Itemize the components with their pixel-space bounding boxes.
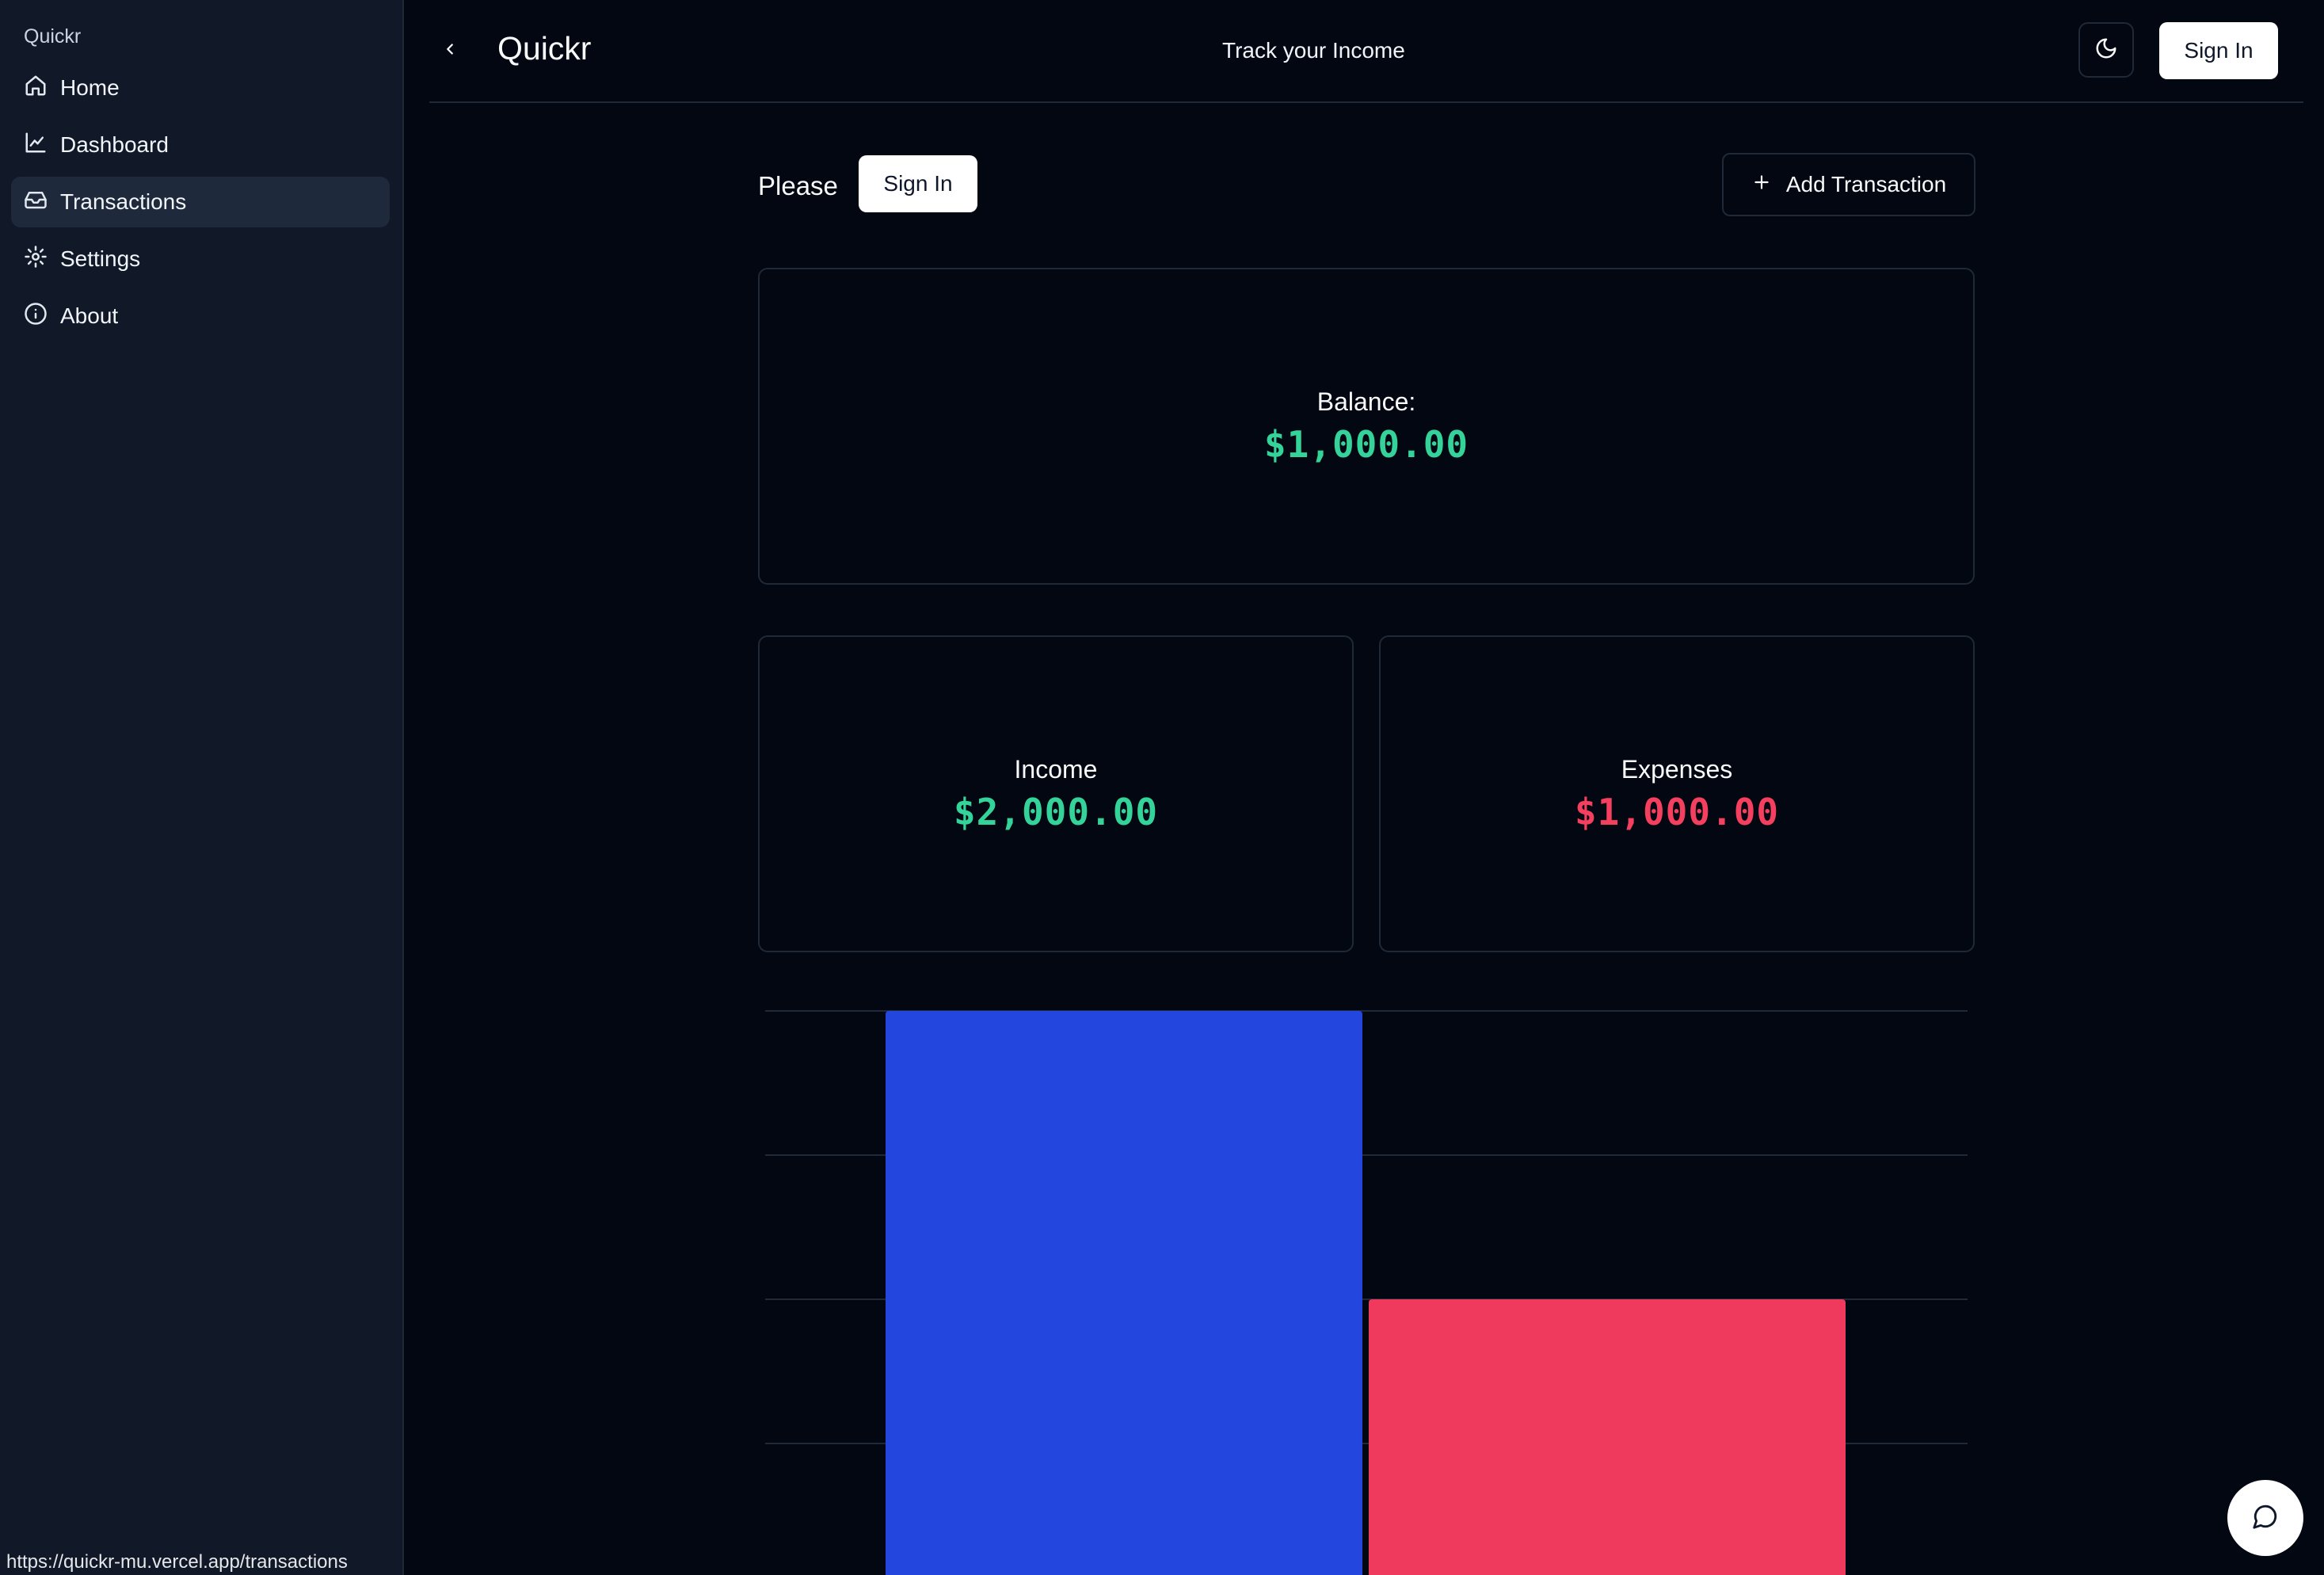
header-divider	[429, 101, 2303, 103]
sidebar-item-dashboard[interactable]: Dashboard	[11, 120, 390, 170]
sidebar-item-label: Dashboard	[60, 132, 169, 157]
please-text: Please	[758, 171, 838, 200]
sidebar-item-label: Transactions	[60, 189, 187, 214]
income-expense-chart	[765, 1010, 1968, 1575]
info-icon	[24, 302, 48, 331]
expenses-label: Expenses	[1621, 754, 1733, 784]
balance-value: $1,000.00	[1263, 422, 1469, 466]
sidebar-item-home[interactable]: Home	[11, 63, 390, 113]
balance-label: Balance:	[1316, 387, 1416, 416]
balance-card: Balance: $1,000.00	[758, 268, 1975, 585]
chart-bar-expenses[interactable]	[1369, 1299, 1846, 1575]
add-transaction-button[interactable]: Add Transaction	[1722, 153, 1975, 216]
sidebar: Quickr Home Dashboard Transactions Setti…	[0, 0, 404, 1575]
sidebar-item-about[interactable]: About	[11, 291, 390, 341]
header-sign-in-button[interactable]: Sign In	[2159, 22, 2278, 79]
income-card: Income $2,000.00	[758, 635, 1354, 952]
inbox-icon	[24, 188, 48, 217]
add-transaction-label: Add Transaction	[1785, 172, 1947, 196]
sidebar-item-label: Settings	[60, 246, 141, 271]
back-button[interactable]	[437, 35, 463, 67]
income-value: $2,000.00	[953, 790, 1159, 833]
income-label: Income	[1014, 754, 1098, 784]
status-bar-url: https://quickr-mu.vercel.app/transaction…	[0, 1548, 359, 1575]
gear-icon	[24, 245, 48, 274]
chat-button[interactable]	[2227, 1480, 2303, 1556]
moon-icon	[2094, 36, 2118, 64]
sidebar-item-label: About	[60, 303, 119, 328]
theme-toggle-button[interactable]	[2078, 22, 2134, 78]
expenses-value: $1,000.00	[1574, 790, 1780, 833]
chart-line-icon	[24, 131, 48, 160]
sidebar-app-name: Quickr	[24, 25, 82, 48]
chart-bar-income[interactable]	[886, 1011, 1362, 1575]
plus-icon	[1751, 172, 1772, 198]
sidebar-item-label: Home	[60, 75, 120, 100]
page-title: Quickr	[497, 30, 592, 67]
sidebar-item-transactions[interactable]: Transactions	[11, 177, 390, 227]
home-icon	[24, 74, 48, 103]
message-icon	[2252, 1503, 2279, 1534]
expenses-card: Expenses $1,000.00	[1379, 635, 1975, 952]
sidebar-item-settings[interactable]: Settings	[11, 234, 390, 284]
sign-in-button[interactable]: Sign In	[859, 155, 977, 212]
chevron-left-icon	[441, 40, 459, 62]
header-tagline: Track your Income	[1222, 38, 1405, 63]
